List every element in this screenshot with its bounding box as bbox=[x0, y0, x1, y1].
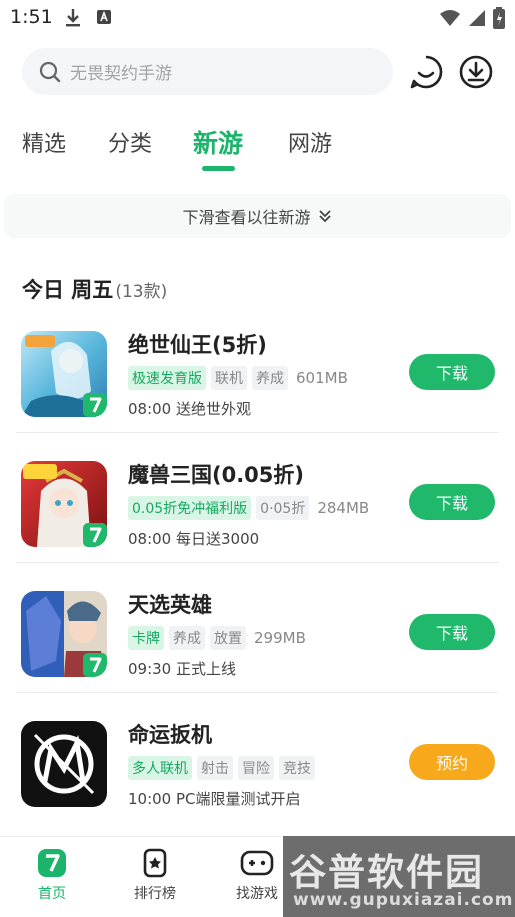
game-list-item[interactable]: 绝世仙王(5折) 极速发育版 联机 养成 601MB 08:00 送绝世外观 下… bbox=[0, 331, 515, 461]
category-tabs: 精选 分类 新游 网游 bbox=[0, 118, 515, 174]
game-list-item[interactable]: 魔兽三国(0.05折) 0.05折免冲福利版 0·05折 284MB 08:00… bbox=[0, 461, 515, 591]
game-tags: 卡牌 养成 放置 299MB bbox=[128, 626, 306, 650]
download-manager-icon[interactable] bbox=[458, 54, 494, 90]
game-icon[interactable] bbox=[21, 461, 107, 547]
game-name: 天选英雄 bbox=[128, 593, 212, 617]
game-tags: 多人联机 射击 冒险 竞技 bbox=[128, 756, 315, 780]
download-button[interactable]: 下载 bbox=[409, 354, 495, 390]
ranking-icon bbox=[143, 848, 167, 878]
history-label: 下滑查看以往新游 bbox=[182, 208, 311, 227]
game-tag: 射击 bbox=[197, 756, 233, 780]
message-face-icon[interactable] bbox=[408, 54, 444, 90]
game-tag: 养成 bbox=[252, 366, 288, 390]
seven-badge-icon bbox=[83, 393, 107, 417]
nav-ranking[interactable]: 排行榜 bbox=[115, 847, 195, 903]
search-input[interactable]: 无畏契约手游 bbox=[22, 48, 393, 95]
search-placeholder: 无畏契约手游 bbox=[70, 64, 172, 84]
game-name: 命运扳机 bbox=[128, 723, 212, 747]
game-size: 299MB bbox=[254, 629, 306, 647]
game-name: 绝世仙王(5折) bbox=[128, 333, 267, 357]
gamepad-icon bbox=[240, 850, 274, 876]
game-tag: 0·05折 bbox=[256, 496, 310, 520]
nav-label: 首页 bbox=[38, 886, 66, 902]
game-list-item[interactable]: 天选英雄 卡牌 养成 放置 299MB 09:30 正式上线 下载 bbox=[0, 591, 515, 721]
download-notification-icon bbox=[66, 9, 80, 27]
nav-home[interactable]: 首页 bbox=[12, 847, 92, 903]
tab-online-games[interactable]: 网游 bbox=[288, 126, 332, 158]
watermark: 谷普软件园 www.gupuxiazai.com bbox=[283, 836, 515, 917]
nav-label: 排行榜 bbox=[134, 886, 176, 902]
divider bbox=[16, 562, 499, 563]
tab-new-games[interactable]: 新游 bbox=[193, 124, 243, 160]
watermark-url: www.gupuxiazai.com bbox=[293, 890, 514, 910]
game-list-item[interactable]: 命运扳机 多人联机 射击 冒险 竞技 10:00 PC端限量测试开启 预约 bbox=[0, 721, 515, 851]
game-icon[interactable] bbox=[21, 721, 107, 807]
search-icon bbox=[39, 61, 61, 82]
game-tag: 竞技 bbox=[279, 756, 315, 780]
game-tag: 冒险 bbox=[238, 756, 274, 780]
game-size: 601MB bbox=[296, 369, 348, 387]
seven-badge-icon bbox=[83, 523, 107, 547]
tab-featured[interactable]: 精选 bbox=[22, 126, 66, 158]
watermark-title: 谷普软件园 bbox=[289, 850, 484, 894]
history-pull-bar[interactable]: 下滑查看以往新游 bbox=[4, 194, 511, 238]
section-count: (13款) bbox=[115, 282, 168, 302]
game-description: 08:00 送绝世外观 bbox=[128, 400, 251, 418]
game-tags: 极速发育版 联机 养成 601MB bbox=[128, 366, 348, 390]
download-button[interactable]: 下载 bbox=[409, 614, 495, 650]
game-name: 魔兽三国(0.05折) bbox=[128, 463, 305, 487]
status-time: 1:51 bbox=[10, 6, 53, 28]
game-tag: 卡牌 bbox=[128, 626, 164, 650]
game-size: 284MB bbox=[317, 499, 370, 517]
section-day: 今日 周五 bbox=[22, 278, 114, 302]
game-description: 09:30 正式上线 bbox=[128, 660, 236, 678]
game-icon[interactable] bbox=[21, 331, 107, 417]
reserve-button[interactable]: 预约 bbox=[409, 744, 495, 780]
game-tag: 0.05折免冲福利版 bbox=[128, 496, 252, 520]
active-tab-indicator bbox=[202, 166, 235, 171]
status-bar: 1:51 bbox=[0, 0, 515, 36]
game-description: 08:00 每日送3000 bbox=[128, 530, 260, 548]
download-button[interactable]: 下载 bbox=[409, 484, 495, 520]
section-title: 今日 周五 (13款) bbox=[22, 274, 167, 304]
wifi-icon bbox=[440, 10, 460, 26]
signal-icon bbox=[469, 10, 485, 26]
search-row: 无畏契约手游 bbox=[0, 46, 515, 98]
home-icon bbox=[38, 849, 66, 877]
game-tag: 养成 bbox=[169, 626, 205, 650]
game-tag: 放置 bbox=[210, 626, 246, 650]
nav-label: 找游戏 bbox=[236, 886, 278, 902]
seven-badge-icon bbox=[83, 653, 107, 677]
tab-categories[interactable]: 分类 bbox=[108, 126, 152, 158]
battery-icon bbox=[493, 7, 505, 29]
divider bbox=[16, 692, 499, 693]
double-chevron-down-icon bbox=[318, 210, 331, 223]
game-icon[interactable] bbox=[21, 591, 107, 677]
game-description: 10:00 PC端限量测试开启 bbox=[128, 790, 301, 808]
game-tag: 极速发育版 bbox=[128, 366, 206, 390]
app-notification-icon bbox=[97, 10, 111, 24]
game-tags: 0.05折免冲福利版 0·05折 284MB bbox=[128, 496, 369, 520]
game-tag: 多人联机 bbox=[128, 756, 192, 780]
game-tag: 联机 bbox=[211, 366, 247, 390]
divider bbox=[16, 432, 499, 433]
